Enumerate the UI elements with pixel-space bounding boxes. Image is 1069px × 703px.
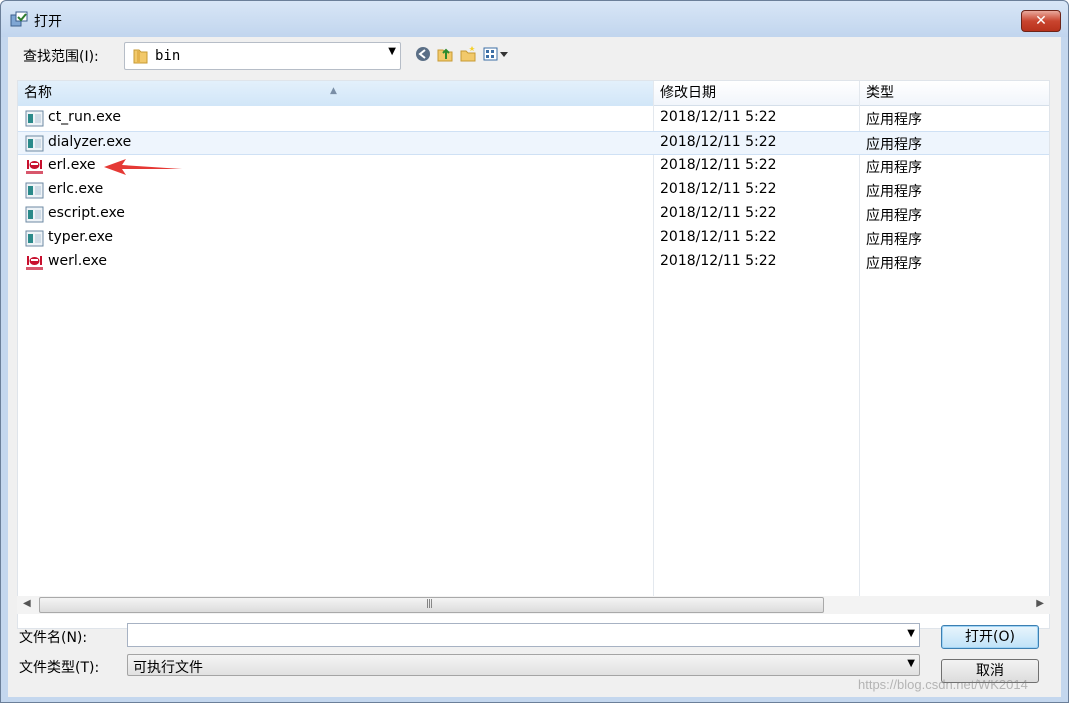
table-row[interactable]: erl.exe 2018/12/11 5:22 应用程序 bbox=[18, 155, 1049, 179]
title-bar[interactable]: 打开 ✕ bbox=[1, 1, 1068, 37]
file-name: erlc.exe bbox=[48, 181, 104, 197]
file-type: 应用程序 bbox=[866, 208, 922, 224]
lookin-combo[interactable]: bin ▼ bbox=[124, 42, 401, 70]
file-name: dialyzer.exe bbox=[48, 134, 132, 150]
chevron-down-icon[interactable]: ▼ bbox=[388, 46, 396, 57]
app-icon bbox=[25, 182, 44, 199]
table-row[interactable]: escript.exe 2018/12/11 5:22 应用程序 bbox=[18, 203, 1049, 227]
dialog-icon bbox=[10, 11, 28, 27]
chevron-down-icon[interactable]: ▼ bbox=[907, 658, 915, 669]
table-row[interactable]: typer.exe 2018/12/11 5:22 应用程序 bbox=[18, 227, 1049, 251]
file-type: 应用程序 bbox=[866, 256, 922, 272]
file-type: 应用程序 bbox=[866, 137, 922, 153]
new-folder-icon[interactable] bbox=[459, 45, 477, 63]
filetype-label: 文件类型(T): bbox=[19, 660, 100, 676]
lookin-label: 查找范围(I): bbox=[23, 49, 99, 65]
file-name: ct_run.exe bbox=[48, 109, 121, 125]
sort-up-icon: ▲ bbox=[330, 86, 337, 96]
open-file-dialog: 打开 ✕ 查找范围(I): bin ▼ ▲ 名称 修改日期 类型 ct_run.… bbox=[0, 0, 1069, 703]
column-header-name[interactable]: ▲ 名称 bbox=[18, 81, 653, 106]
filename-label: 文件名(N): bbox=[19, 630, 88, 646]
file-date: 2018/12/11 5:22 bbox=[660, 109, 777, 125]
file-name: typer.exe bbox=[48, 229, 114, 245]
up-folder-icon[interactable] bbox=[436, 45, 454, 63]
file-date: 2018/12/11 5:22 bbox=[660, 205, 777, 221]
grip-icon: ||| bbox=[426, 599, 433, 609]
file-name: erl.exe bbox=[48, 157, 96, 173]
app-icon bbox=[25, 135, 44, 152]
file-name: werl.exe bbox=[48, 253, 107, 269]
back-icon[interactable] bbox=[414, 45, 432, 63]
watermark: https://blog.csdn.net/WK2014 bbox=[858, 677, 1028, 692]
table-row[interactable]: erlc.exe 2018/12/11 5:22 应用程序 bbox=[18, 179, 1049, 203]
folder-icon bbox=[133, 49, 148, 64]
table-row[interactable]: ct_run.exe 2018/12/11 5:22 应用程序 bbox=[18, 107, 1049, 131]
close-button[interactable]: ✕ bbox=[1021, 10, 1061, 32]
file-date: 2018/12/11 5:22 bbox=[660, 134, 777, 150]
filetype-select[interactable]: 可执行文件 ▼ bbox=[127, 654, 920, 676]
table-row[interactable]: dialyzer.exe 2018/12/11 5:22 应用程序 bbox=[18, 131, 1049, 155]
file-type: 应用程序 bbox=[866, 112, 922, 128]
file-date: 2018/12/11 5:22 bbox=[660, 253, 777, 269]
file-date: 2018/12/11 5:22 bbox=[660, 229, 777, 245]
app-icon bbox=[25, 206, 44, 223]
file-date: 2018/12/11 5:22 bbox=[660, 181, 777, 197]
chevron-down-icon[interactable]: ▼ bbox=[907, 628, 915, 639]
file-type: 应用程序 bbox=[866, 160, 922, 176]
open-button[interactable]: 打开(O) bbox=[941, 625, 1039, 649]
lookin-value: bin bbox=[155, 48, 181, 64]
file-date: 2018/12/11 5:22 bbox=[660, 157, 777, 173]
app-icon bbox=[25, 110, 44, 127]
file-type: 应用程序 bbox=[866, 232, 922, 248]
erlang-icon bbox=[25, 254, 44, 271]
file-type: 应用程序 bbox=[866, 184, 922, 200]
app-icon bbox=[25, 230, 44, 247]
list-header: ▲ 名称 修改日期 类型 bbox=[18, 81, 1049, 106]
filename-input[interactable]: ▼ bbox=[127, 623, 920, 647]
dialog-body: 查找范围(I): bin ▼ ▲ 名称 修改日期 类型 ct_run.exe 2… bbox=[8, 37, 1061, 697]
filetype-value: 可执行文件 bbox=[133, 660, 203, 676]
file-name: escript.exe bbox=[48, 205, 125, 221]
annotation-arrow-icon bbox=[104, 159, 182, 175]
window-title: 打开 bbox=[34, 14, 62, 30]
column-header-type[interactable]: 类型 bbox=[860, 81, 1050, 106]
column-header-date[interactable]: 修改日期 bbox=[654, 81, 859, 106]
scroll-thumb[interactable]: ||| bbox=[39, 597, 824, 613]
view-menu-icon[interactable] bbox=[482, 45, 512, 63]
file-list[interactable]: ▲ 名称 修改日期 类型 ct_run.exe 2018/12/11 5:22 应用… bbox=[17, 80, 1050, 629]
scroll-left-icon[interactable]: ◀ bbox=[23, 598, 31, 609]
scroll-right-icon[interactable]: ▶ bbox=[1036, 598, 1044, 609]
horizontal-scrollbar[interactable]: ◀ ||| ▶ bbox=[17, 596, 1050, 614]
table-row[interactable]: werl.exe 2018/12/11 5:22 应用程序 bbox=[18, 251, 1049, 275]
erlang-icon bbox=[25, 158, 44, 175]
